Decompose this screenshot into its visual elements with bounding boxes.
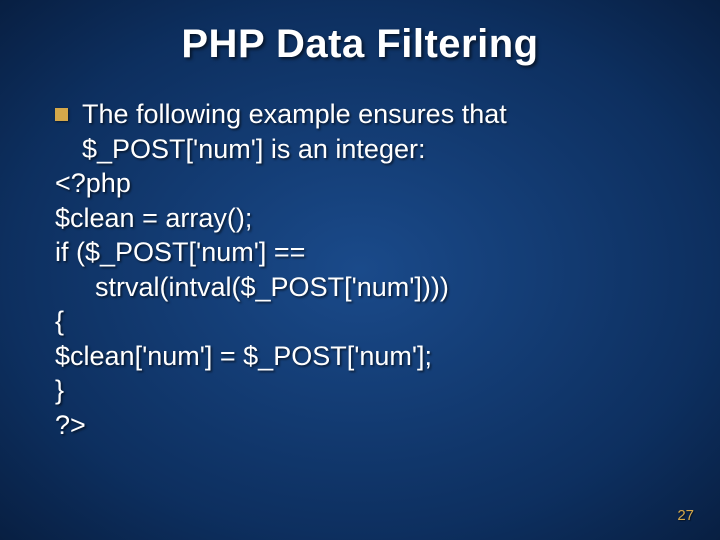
bullet-icon xyxy=(55,108,68,121)
bullet-text: The following example ensures that $_POS… xyxy=(82,97,665,166)
bullet-item: The following example ensures that $_POS… xyxy=(55,97,665,166)
code-line: if ($_POST['num'] == xyxy=(55,235,665,270)
slide-title: PHP Data Filtering xyxy=(0,0,720,67)
code-line: { xyxy=(55,304,665,339)
code-line: $clean['num'] = $_POST['num']; xyxy=(55,339,665,374)
code-line: <?php xyxy=(55,166,665,201)
code-line: ?> xyxy=(55,408,665,443)
page-number: 27 xyxy=(677,507,694,524)
code-line: $clean = array(); xyxy=(55,201,665,236)
code-line: strval(intval($_POST['num']))) xyxy=(55,270,665,305)
slide: PHP Data Filtering The following example… xyxy=(0,0,720,540)
code-line: } xyxy=(55,373,665,408)
slide-body: The following example ensures that $_POS… xyxy=(0,67,720,442)
